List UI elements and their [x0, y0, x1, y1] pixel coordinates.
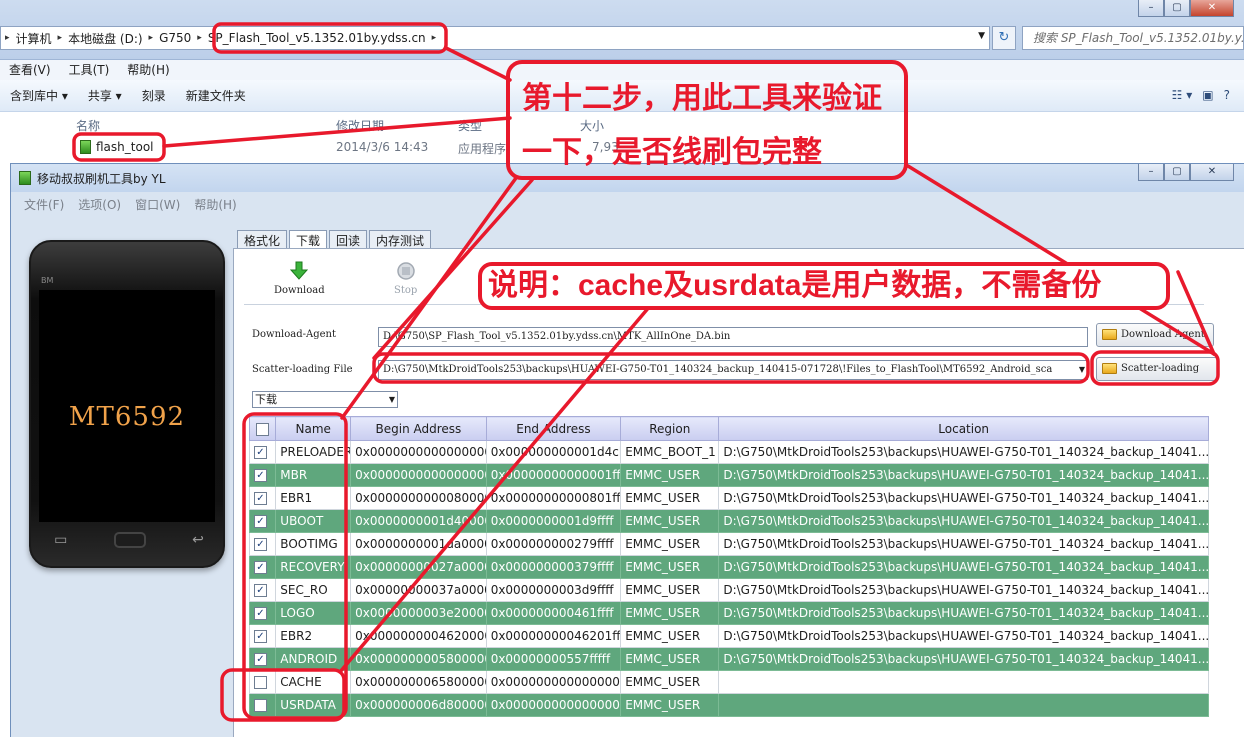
arrow-to-scatter-button: [906, 164, 1216, 356]
checked-rows-highlight: [242, 412, 348, 720]
scatter-button-highlight: [1090, 350, 1220, 386]
arrow-to-file: [162, 116, 512, 148]
file-highlight-box: [72, 132, 166, 162]
note-callout: 说明：cache及usrdata是用户数据，不需备份: [478, 262, 1170, 310]
arrow-to-path: [444, 46, 512, 82]
arrow-to-cache-rows: [338, 304, 652, 674]
path-highlight-box: [212, 22, 448, 54]
step-callout-line1: 第十二步，用此工具来验证: [522, 82, 882, 115]
scatter-input-highlight: [372, 352, 1090, 384]
step-callout: 第十二步，用此工具来验证 一下，是否线刷包完整: [506, 60, 908, 180]
step-callout-line2: 一下，是否线刷包完整: [522, 136, 822, 169]
cache-usrdata-highlight: [220, 668, 346, 722]
